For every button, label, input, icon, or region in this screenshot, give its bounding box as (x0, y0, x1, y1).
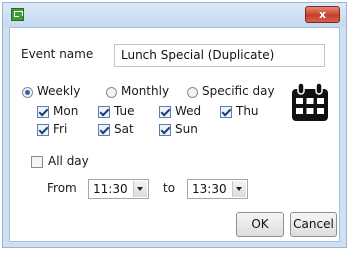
checkbox-all-day-label: All day (48, 154, 89, 168)
to-label: to (163, 181, 176, 195)
close-button[interactable]: x (305, 6, 340, 23)
from-time-value: 11:30 (93, 182, 128, 196)
checkbox-all-day[interactable] (31, 156, 43, 168)
event-name-field[interactable]: Lunch Special (Duplicate) (114, 44, 325, 67)
checkbox-sat[interactable] (98, 124, 110, 136)
title-bar[interactable]: x (3, 3, 346, 27)
radio-monthly-dot[interactable] (106, 87, 117, 98)
checkbox-sun-label: Sun (175, 122, 198, 136)
checkbox-fri[interactable] (37, 124, 49, 136)
from-label: From (47, 181, 77, 195)
checkbox-mon-label: Mon (53, 104, 79, 118)
to-time-value: 13:30 (192, 182, 227, 196)
ok-button[interactable]: OK (236, 212, 284, 237)
calendar-icon (292, 82, 328, 121)
radio-weekly-dot[interactable] (22, 87, 33, 98)
checkbox-tue-label: Tue (114, 104, 135, 118)
checkbox-sun[interactable] (159, 124, 171, 136)
chevron-down-icon[interactable] (232, 181, 246, 197)
checkbox-thu-label: Thu (236, 104, 259, 118)
checkbox-fri-label: Fri (53, 122, 68, 136)
radio-specific-day-label: Specific day (202, 84, 275, 98)
app-icon (11, 8, 24, 21)
dialog-content: Event name Lunch Special (Duplicate) Wee… (9, 27, 340, 242)
checkbox-tue[interactable] (98, 106, 110, 118)
chevron-down-icon[interactable] (133, 181, 147, 197)
from-time-select[interactable]: 11:30 (88, 179, 149, 199)
checkbox-thu[interactable] (220, 106, 232, 118)
checkbox-sat-label: Sat (114, 122, 134, 136)
checkbox-wed-label: Wed (175, 104, 202, 118)
radio-monthly-label: Monthly (121, 84, 170, 98)
event-name-label: Event name (21, 47, 94, 61)
checkbox-mon[interactable] (37, 106, 49, 118)
dialog-window: x Event name Lunch Special (Duplicate) W… (2, 2, 347, 248)
checkbox-wed[interactable] (159, 106, 171, 118)
radio-specific-day-dot[interactable] (187, 87, 198, 98)
cancel-button[interactable]: Cancel (290, 212, 337, 237)
radio-weekly-label: Weekly (37, 84, 81, 98)
to-time-select[interactable]: 13:30 (187, 179, 248, 199)
